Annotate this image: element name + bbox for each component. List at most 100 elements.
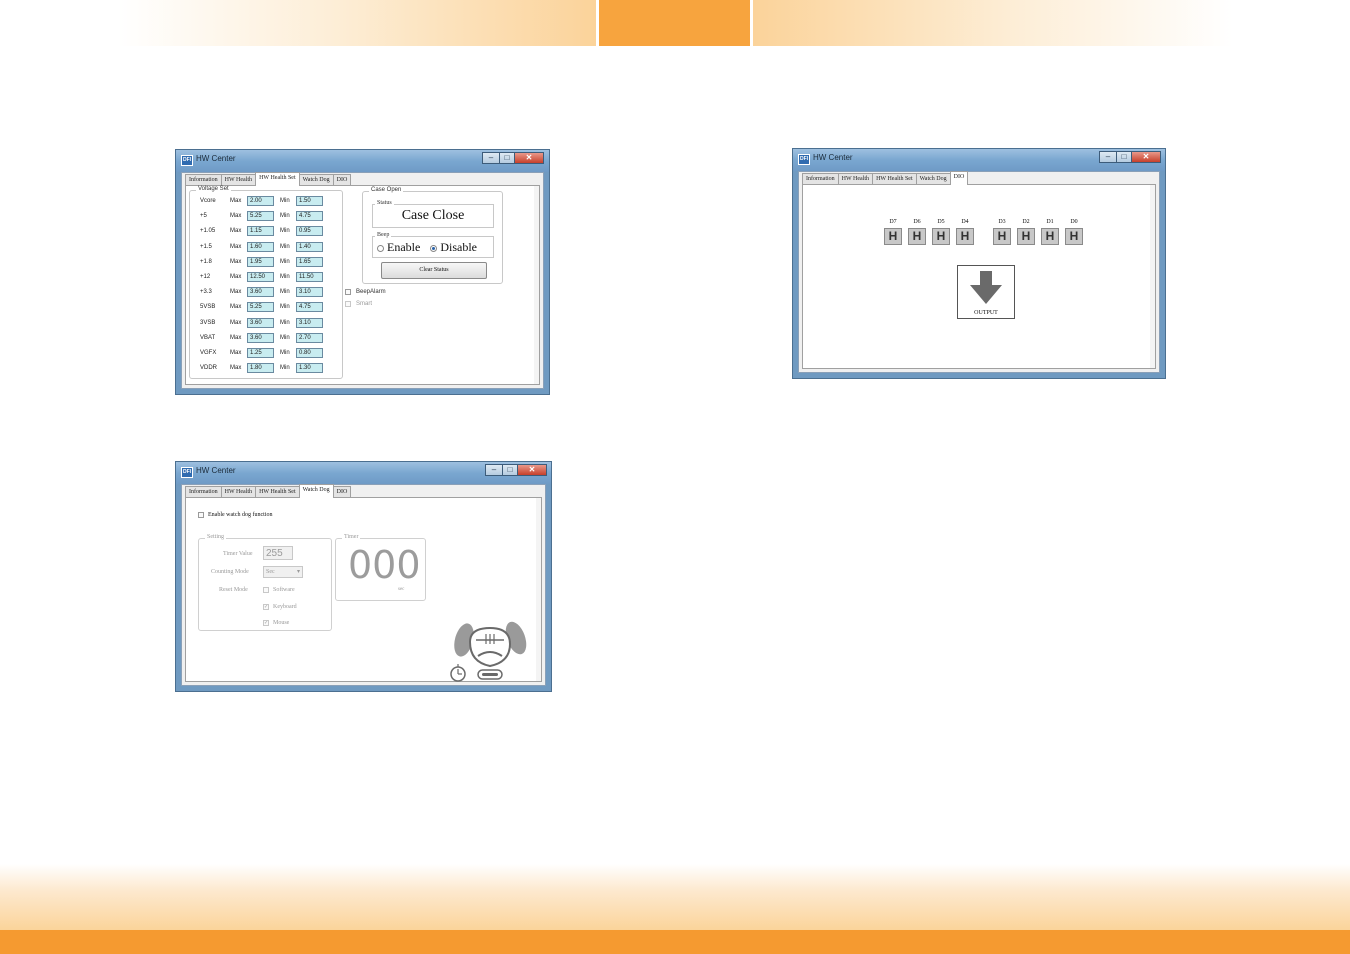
dio-window: DFI HW Center – □ ✕ Information HW Healt… [792,148,1166,379]
voltage-set-legend: Voltage Set [196,186,231,192]
dio-pin-toggle[interactable]: H [1017,228,1035,245]
dio-pin-label: D1 [1046,219,1054,225]
voltage-name: +1.8 [200,258,212,265]
smart-checkbox[interactable] [345,301,351,307]
tab-bar: Information HW Health HW Health Set Watc… [802,171,969,185]
tab-watch-dog[interactable]: Watch Dog [298,484,334,498]
tab-hw-health-set[interactable]: HW Health Set [255,172,300,186]
software-label: Software [273,587,295,593]
clear-status-button[interactable]: Clear Status [381,262,487,279]
enable-watchdog-checkbox[interactable] [198,512,204,518]
max-input[interactable]: 1.15 [247,226,274,237]
scrollbar[interactable] [536,498,541,681]
min-input[interactable]: 0.95 [296,226,323,237]
case-status-value: Case Close [401,208,465,223]
dio-pin-d7: D7 H [883,219,903,245]
beep-alarm-checkbox[interactable] [345,289,351,295]
beep-enable-radio[interactable] [377,244,384,252]
counting-mode-label: Counting Mode [211,569,249,575]
close-button[interactable]: ✕ [517,464,547,476]
maximize-button[interactable]: □ [1116,151,1132,163]
header-accent-tab [599,0,750,46]
scrollbar[interactable] [534,186,539,384]
scrollbar[interactable] [1150,185,1155,368]
timer-value-input[interactable]: 255 [263,546,293,560]
window-title: HW Center [196,154,236,163]
beep-enable-label: Enable [387,240,421,254]
max-input[interactable]: 2.00 [247,196,274,206]
tab-panel: Enable watch dog function Setting Timer … [185,497,542,682]
max-input[interactable]: 12.50 [247,272,274,282]
max-input[interactable]: 1.80 [247,363,274,374]
enable-watchdog-label: Enable watch dog function [208,512,273,518]
tab-dio[interactable]: DIO [949,171,969,185]
min-input[interactable]: 4.75 [296,211,323,222]
min-input[interactable]: 2.70 [296,332,323,343]
dio-pin-toggle[interactable]: H [908,228,926,245]
close-button[interactable]: ✕ [1131,151,1161,163]
max-label: Max [230,274,242,280]
max-input[interactable]: 5.25 [247,211,274,222]
keyboard-checkbox[interactable]: ✓ [263,604,269,610]
max-label: Max [230,334,242,341]
max-label: Max [230,198,242,204]
software-checkbox[interactable] [263,587,269,593]
maximize-button[interactable]: □ [502,464,518,476]
dio-pin-toggle[interactable]: H [932,228,950,245]
min-input[interactable]: 11.50 [296,272,323,282]
min-input[interactable]: 0.80 [296,348,323,358]
tab-bar: Information HW Health HW Health Set Watc… [185,172,352,186]
mouse-checkbox[interactable]: ✓ [263,620,269,626]
minimize-button[interactable]: – [1099,151,1117,163]
max-label: Max [230,213,242,220]
min-input[interactable]: 1.30 [296,363,323,374]
max-input[interactable]: 3.60 [247,332,274,343]
min-label: Min [280,213,290,220]
counting-mode-select[interactable]: Sec ▾ [263,566,303,578]
dio-pin-d3: D3 H [992,219,1012,245]
window-title: HW Center [196,466,236,475]
minimize-button[interactable]: – [485,464,503,476]
status-label: Status [375,200,394,206]
dio-pin-toggle[interactable]: H [956,228,974,245]
max-input[interactable]: 1.25 [247,348,274,358]
max-input[interactable]: 5.25 [247,302,274,313]
maximize-button[interactable]: □ [499,152,515,164]
close-button[interactable]: ✕ [514,152,544,164]
voltage-name: +1.05 [200,228,216,235]
voltage-name: +1.5 [200,243,212,250]
dio-pin-toggle[interactable]: H [993,228,1011,245]
dio-pin-toggle[interactable]: H [1065,228,1083,245]
dio-pin-toggle[interactable]: H [884,228,902,245]
max-input[interactable]: 3.60 [247,317,274,328]
beep-label: Beep [375,232,392,238]
min-input[interactable]: 1.40 [296,241,323,252]
title-bar[interactable]: DFI HW Center – □ ✕ [176,462,551,484]
case-open-group: Case Open Status Case Close Beep Enable … [362,187,503,284]
min-label: Min [280,198,290,204]
min-input[interactable]: 1.50 [296,196,323,206]
voltage-name: VDDR [200,365,218,372]
direction-toggle[interactable]: OUTPUT [957,265,1015,319]
window-client: Information HW Health HW Health Set Watc… [798,171,1160,373]
chevron-down-icon: ▾ [296,569,300,575]
max-input[interactable]: 3.60 [247,287,274,298]
min-input[interactable]: 1.65 [296,256,323,267]
min-input[interactable]: 4.75 [296,302,323,313]
min-label: Min [280,243,290,250]
header-band-right [753,0,1233,46]
footer-bar [0,930,1350,954]
beep-disable-radio[interactable] [430,244,438,252]
minimize-button[interactable]: – [482,152,500,164]
app-icon: DFI [181,155,193,166]
min-input[interactable]: 3.10 [296,287,323,298]
timer-countdown: 000 [348,543,421,587]
setting-legend: Setting [205,534,227,540]
title-bar[interactable]: DFI HW Center – □ ✕ [176,150,549,172]
max-input[interactable]: 1.60 [247,241,274,252]
hw-health-set-window: DFI HW Center – □ ✕ Information HW Healt… [175,149,550,395]
dio-pin-toggle[interactable]: H [1041,228,1059,245]
min-input[interactable]: 3.10 [296,317,323,328]
title-bar[interactable]: DFI HW Center – □ ✕ [793,149,1165,171]
max-input[interactable]: 1.95 [247,256,274,267]
